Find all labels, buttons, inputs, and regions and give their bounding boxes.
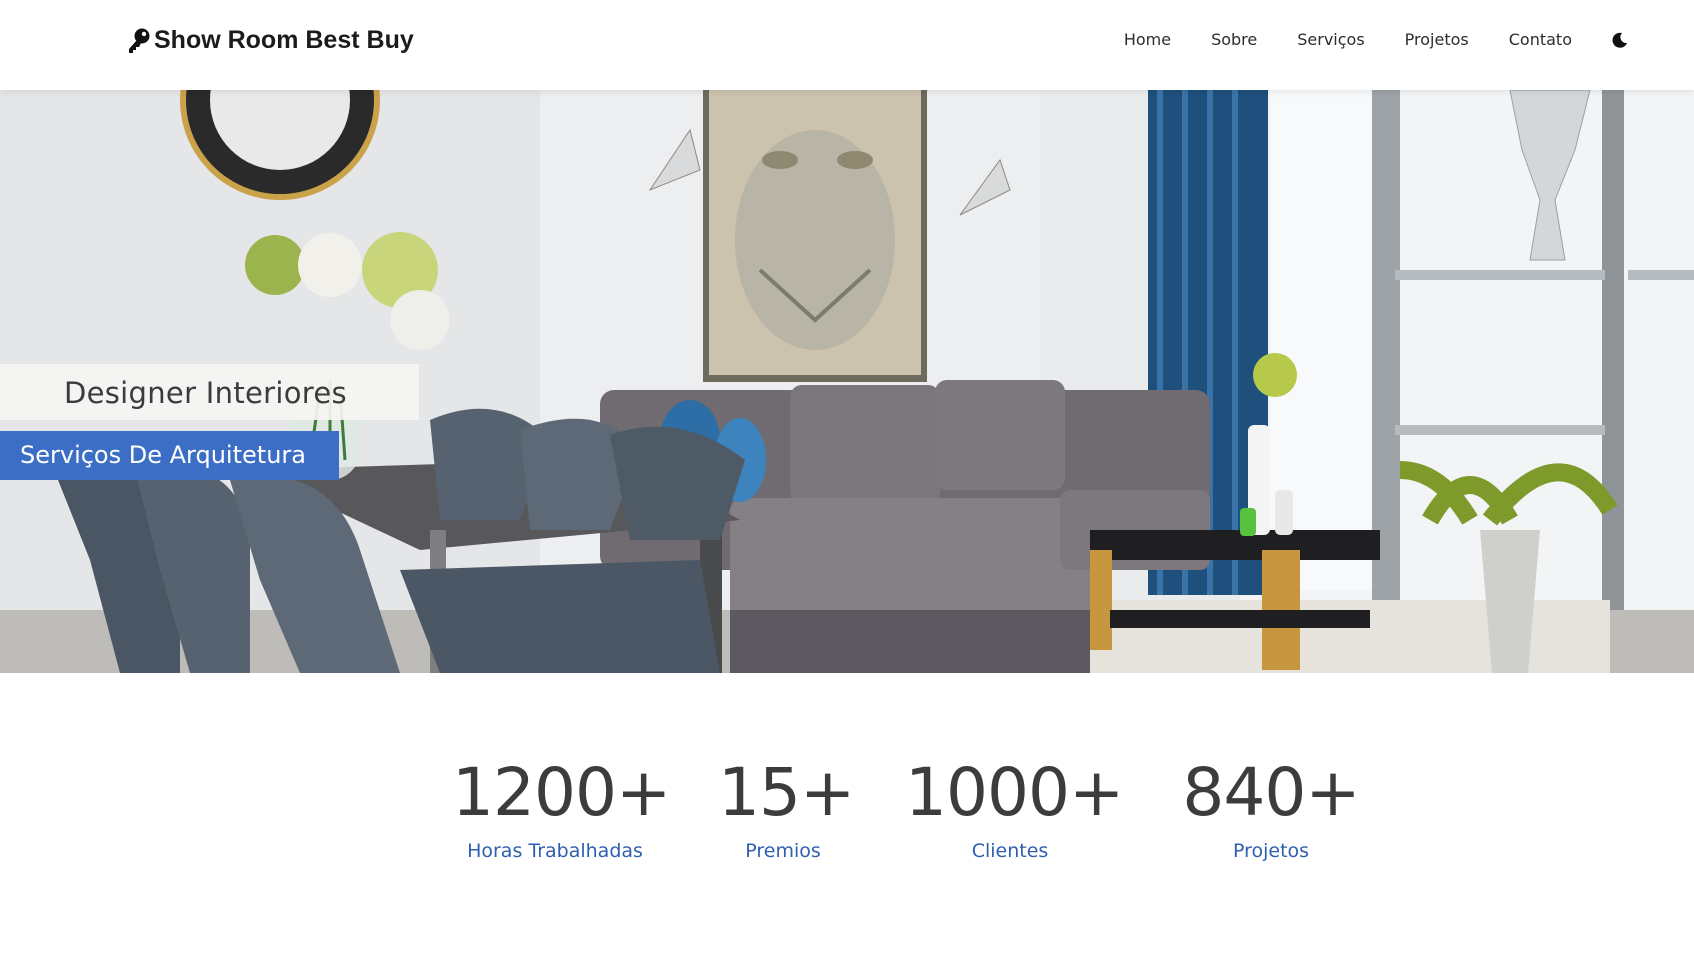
nav-servicos[interactable]: Serviços	[1297, 30, 1364, 49]
stat-clients: 1000+ Clientes	[905, 754, 1124, 863]
nav-projetos[interactable]: Projetos	[1405, 30, 1469, 49]
stat-value: 840+	[1182, 754, 1360, 831]
hero-title: Designer Interiores	[0, 364, 419, 420]
stat-label: Horas Trabalhadas	[467, 840, 643, 862]
stat-hours: 1200+ Horas Trabalhadas	[452, 754, 671, 863]
hero-subtitle: Serviços De Arquitetura	[0, 431, 339, 480]
brand-name: Show Room Best Buy	[154, 26, 414, 54]
stat-awards: 15+ Premios	[718, 754, 855, 863]
stats-section: 1200+ Horas Trabalhadas 15+ Premios 1000…	[0, 760, 1694, 880]
stat-value: 1000+	[905, 754, 1124, 831]
stat-label: Projetos	[1232, 840, 1310, 862]
moon-icon[interactable]	[1612, 32, 1628, 48]
stat-projects: 840+ Projetos	[1172, 754, 1370, 863]
stat-label: Clientes	[971, 840, 1049, 862]
nav-sobre[interactable]: Sobre	[1211, 30, 1257, 49]
key-icon	[129, 28, 150, 53]
site-header: Show Room Best Buy Home Sobre Serviços P…	[0, 0, 1694, 90]
stat-value: 15+	[718, 754, 855, 831]
main-nav: Home Sobre Serviços Projetos Contato	[1084, 30, 1628, 49]
brand-logo[interactable]: Show Room Best Buy	[126, 26, 414, 55]
hero-banner: Designer Interiores Serviços De Arquitet…	[0, 90, 1694, 673]
stat-label: Premios	[745, 840, 821, 862]
nav-home[interactable]: Home	[1124, 30, 1171, 49]
stat-value: 1200+	[452, 754, 671, 831]
nav-contato[interactable]: Contato	[1509, 30, 1572, 49]
